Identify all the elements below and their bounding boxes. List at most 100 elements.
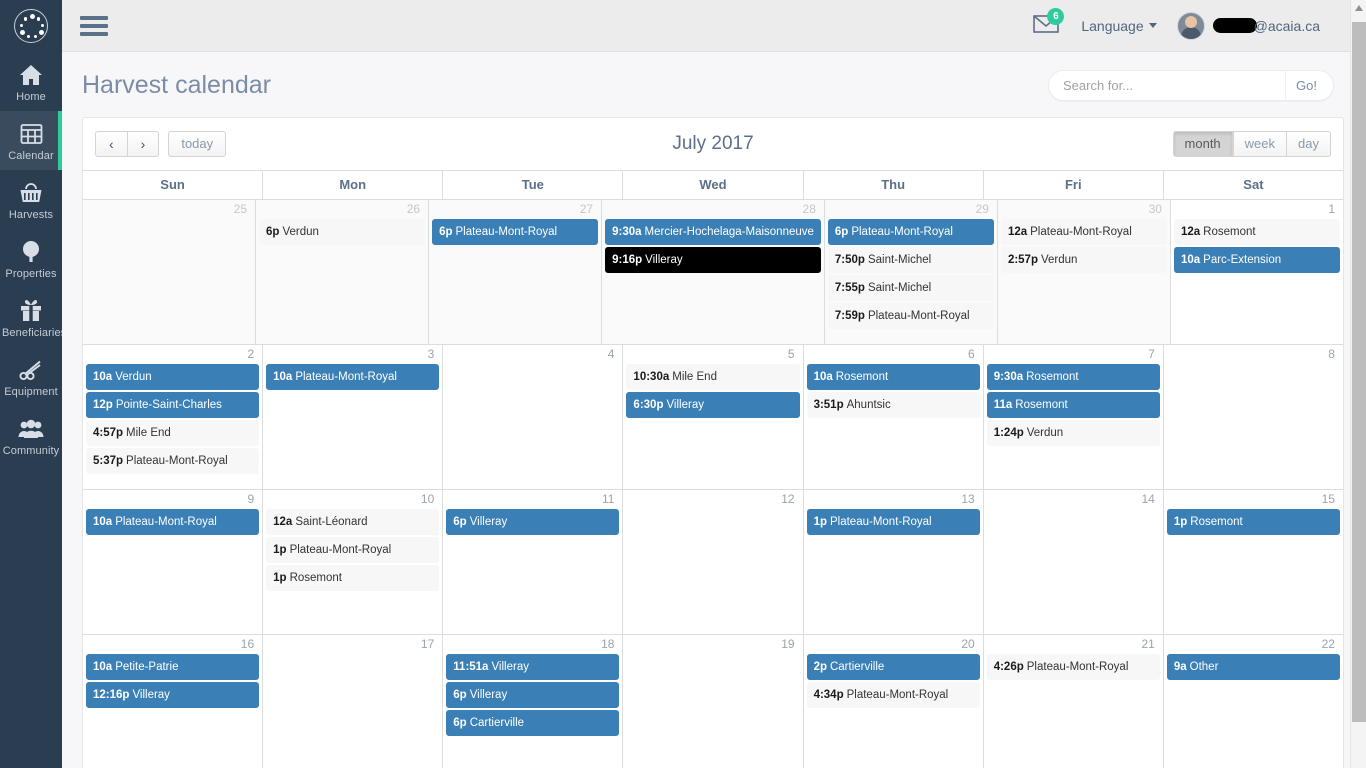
calendar-week-row: 9 10a Plateau-Mont-Royal 10 12a Saint-Léonard… (83, 490, 1343, 635)
day-cell[interactable]: 18 11:51a Villeray 6p Villeray 6p Cartierville (443, 635, 624, 768)
calendar-event[interactable]: 6p Verdun (259, 219, 426, 245)
language-dropdown[interactable]: Language (1081, 18, 1157, 34)
user-email: @acaia.ca (1212, 18, 1320, 34)
day-cell[interactable]: 12 (623, 490, 804, 634)
event-title: Mile End (672, 371, 717, 383)
event-time: 1p (273, 544, 287, 556)
event-time: 10a (93, 661, 113, 673)
calendar-event[interactable]: 2:57p Verdun (1000, 247, 1167, 273)
next-month-button[interactable]: › (127, 131, 160, 157)
calendar-event[interactable]: 9:30a Rosemont (986, 364, 1160, 390)
calendar-event[interactable]: 12a Plateau-Mont-Royal (1000, 219, 1167, 245)
sidebar-item-harvests[interactable]: Harvests (0, 170, 62, 229)
day-cell[interactable]: 17 (263, 635, 444, 768)
day-cell[interactable]: 13 1p Plateau-Mont-Royal (804, 490, 984, 634)
day-cell[interactable]: 27 6p Plateau-Mont-Royal (429, 200, 603, 344)
calendar-event[interactable]: 7:59p Plateau-Mont-Royal (827, 303, 994, 329)
calendar-event[interactable]: 12:16p Villeray (86, 682, 260, 708)
sidebar-item-community[interactable]: Community (0, 406, 62, 465)
hamburger-icon[interactable] (80, 12, 108, 40)
sidebar: Home Calendar Harvests Properties Beneficiar… (0, 0, 66, 768)
day-cell[interactable]: 10 12a Saint-Léonard 1p Plateau-Mont-Royal 1p… (263, 490, 444, 634)
calendar-event[interactable]: 10:30a Mile End (626, 364, 800, 390)
day-cell[interactable]: 8 (1164, 345, 1343, 489)
day-cell[interactable]: 19 (623, 635, 804, 768)
sidebar-item-properties[interactable]: Properties (0, 229, 62, 288)
page-scrollbar[interactable] (1350, 0, 1366, 768)
calendar-event[interactable]: 10a Parc-Extension (1173, 247, 1340, 273)
calendar-event[interactable]: 1p Plateau-Mont-Royal (266, 537, 440, 563)
sidebar-item-beneficiaries[interactable]: Beneficiaries (0, 288, 66, 347)
calendar-event[interactable]: 1p Plateau-Mont-Royal (806, 509, 980, 535)
sidebar-item-home[interactable]: Home (0, 52, 62, 111)
calendar-event[interactable]: 10a Rosemont (806, 364, 980, 390)
user-menu[interactable]: @acaia.ca (1176, 11, 1320, 40)
calendar-event[interactable]: 10a Petite-Patrie (86, 654, 260, 680)
calendar-event[interactable]: 6p Villeray (446, 682, 620, 708)
day-cell[interactable]: 22 9a Other (1164, 635, 1343, 768)
day-cell[interactable]: 21 4:26p Plateau-Mont-Royal (984, 635, 1164, 768)
day-cell[interactable]: 28 9:30a Mercier-Hochelaga-Maisonneuve 9:16… (602, 200, 825, 344)
calendar-event[interactable]: 7:55p Saint-Michel (827, 275, 994, 301)
calendar-event[interactable]: 2p Cartierville (806, 654, 980, 680)
calendar-event[interactable]: 11:51a Villeray (446, 654, 620, 680)
calendar-event[interactable]: 9:30a Mercier-Hochelaga-Maisonneuve (605, 219, 821, 245)
day-cell[interactable]: 15 1p Rosemont (1164, 490, 1343, 634)
day-cell[interactable]: 4 (443, 345, 624, 489)
day-cell[interactable]: 16 10a Petite-Patrie 12:16p Villeray (83, 635, 264, 768)
calendar-event[interactable]: 10a Verdun (86, 364, 260, 390)
calendar-event[interactable]: 4:34p Plateau-Mont-Royal (806, 682, 980, 708)
calendar-event[interactable]: 1:24p Verdun (986, 420, 1160, 446)
calendar-event[interactable]: 6p Plateau-Mont-Royal (432, 219, 599, 245)
day-cell[interactable]: 1 12a Rosemont 10a Parc-Extension (1171, 200, 1343, 344)
view-button-week[interactable]: week (1232, 131, 1288, 157)
app-logo[interactable] (0, 0, 62, 52)
day-number: 15 (1321, 492, 1335, 506)
calendar-event[interactable]: 3:51p Ahuntsic (806, 392, 980, 418)
calendar-event[interactable]: 6:30p Villeray (626, 392, 800, 418)
search-input[interactable] (1049, 71, 1286, 100)
calendar-event[interactable]: 6p Villeray (446, 509, 620, 535)
messages-button[interactable]: 6 (1033, 7, 1065, 39)
day-cell[interactable]: 14 (984, 490, 1164, 634)
search-go-button[interactable]: Go! (1285, 71, 1333, 100)
sidebar-item-equipment[interactable]: Equipment (0, 347, 62, 406)
calendar-event[interactable]: 12a Rosemont (1173, 219, 1340, 245)
day-cell[interactable]: 2 10a Verdun 12p Pointe-Saint-Charles 4:57p Mi… (83, 345, 264, 489)
sidebar-item-calendar[interactable]: Calendar (0, 111, 62, 170)
day-cell[interactable]: 3 10a Plateau-Mont-Royal (263, 345, 444, 489)
calendar-event[interactable]: 7:50p Saint-Michel (827, 247, 994, 273)
calendar-event[interactable]: 11a Rosemont (986, 392, 1160, 418)
view-button-day[interactable]: day (1287, 131, 1331, 157)
day-cell[interactable]: 9 10a Plateau-Mont-Royal (83, 490, 264, 634)
day-cell[interactable]: 29 6p Plateau-Mont-Royal 7:50p Saint-Michel 7… (824, 200, 998, 344)
calendar-event[interactable]: 5:37p Plateau-Mont-Royal (86, 448, 260, 474)
prev-month-button[interactable]: ‹ (95, 131, 128, 157)
day-cell[interactable]: 25 (83, 200, 257, 344)
day-cell[interactable]: 26 6p Verdun (256, 200, 430, 344)
day-cell[interactable]: 7 9:30a Rosemont 11a Rosemont 1:24p Verdun (984, 345, 1164, 489)
day-cell[interactable]: 11 6p Villeray (443, 490, 624, 634)
scroll-up-arrow-icon[interactable] (1355, 5, 1363, 11)
calendar-event[interactable]: 6p Plateau-Mont-Royal (827, 219, 994, 245)
day-cell[interactable]: 30 12a Plateau-Mont-Royal 2:57p Verdun (997, 200, 1171, 344)
calendar-event[interactable]: 10a Plateau-Mont-Royal (266, 364, 440, 390)
day-cell[interactable]: 6 10a Rosemont 3:51p Ahuntsic (804, 345, 984, 489)
calendar-event[interactable]: 9a Other (1166, 654, 1340, 680)
today-button[interactable]: today (168, 131, 227, 157)
scrollbar-thumb[interactable] (1352, 22, 1366, 722)
view-button-month[interactable]: month (1172, 131, 1233, 157)
calendar-event[interactable]: 12a Saint-Léonard (266, 509, 440, 535)
calendar-event[interactable]: 1p Rosemont (266, 565, 440, 591)
calendar-event[interactable]: 12p Pointe-Saint-Charles (86, 392, 260, 418)
day-number: 20 (961, 637, 975, 651)
calendar-event[interactable]: 4:57p Mile End (86, 420, 260, 446)
calendar-event[interactable]: 4:26p Plateau-Mont-Royal (986, 654, 1160, 680)
day-cell[interactable]: 5 10:30a Mile End 6:30p Villeray (623, 345, 804, 489)
calendar-event[interactable]: 1p Rosemont (1166, 509, 1340, 535)
calendar-event[interactable]: 9:16p Villeray (605, 247, 821, 273)
calendar-event[interactable]: 6p Cartierville (446, 710, 620, 736)
calendar-event[interactable]: 10a Plateau-Mont-Royal (86, 509, 260, 535)
calendar-title: July 2017 (672, 133, 754, 154)
day-cell[interactable]: 20 2p Cartierville 4:34p Plateau-Mont-Royal (804, 635, 984, 768)
